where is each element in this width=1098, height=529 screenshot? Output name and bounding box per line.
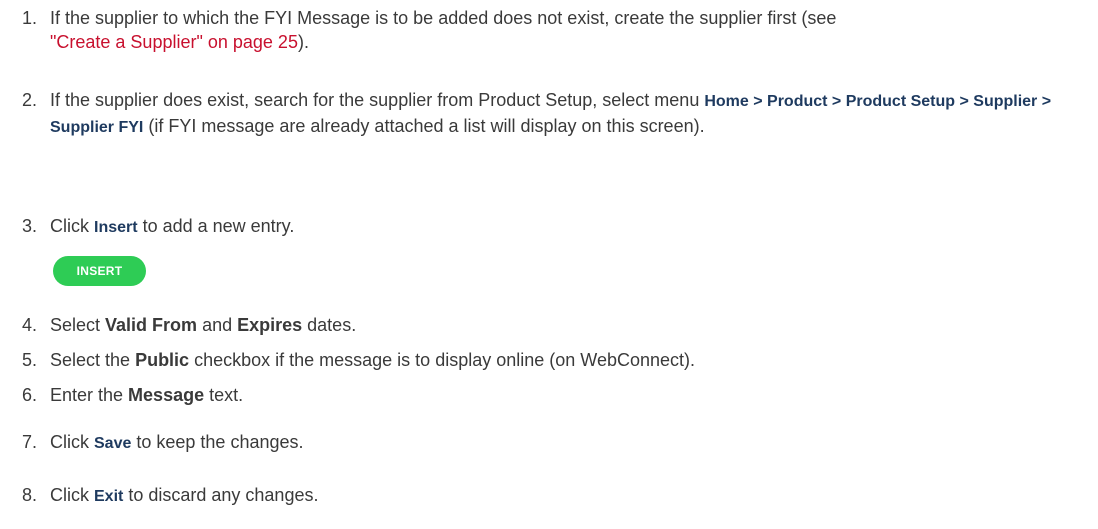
step-3-text-end: to add a new entry. [137,216,295,236]
step-text: If the supplier does exist, search for t… [50,88,1090,140]
message-term: Message [128,385,205,405]
step-5-text: Select the [50,350,136,370]
exit-term: Exit [94,488,124,505]
insert-term: Insert [94,219,138,236]
step-2-text: If the supplier does exist, search for t… [50,90,705,110]
expires-term: Expires [237,315,303,335]
step-text: Click Exit to discard any changes. [50,483,1090,509]
step-2-text-end: (if FYI message are already attached a l… [143,116,705,136]
step-text: Click Save to keep the changes. [50,430,1090,456]
step-number: 3. [22,216,38,236]
step-8-text-end: to discard any changes. [123,485,319,505]
insert-button[interactable]: INSERT [53,256,146,286]
step-number: 4. [22,315,38,335]
step-7-text: Click [50,432,94,452]
create-supplier-link[interactable]: "Create a Supplier" on page 25 [50,32,298,52]
step-3-text: Click [50,216,94,236]
step-text: If the supplier to which the FYI Message… [50,6,1090,54]
step-text: Select Valid From and Expires dates. [50,313,1090,337]
step-number: 8. [22,485,38,505]
step-text: Select the Public checkbox if the messag… [50,348,1090,372]
step-number: 6. [22,385,38,405]
step-6-text: Enter the [50,385,129,405]
step-text: Click Insert to add a new entry. [50,214,1090,240]
step-4-text: Select [50,315,106,335]
public-term: Public [135,350,190,370]
save-term: Save [94,435,132,452]
step-number: 1. [22,8,38,28]
step-4-text-mid: and [197,315,238,335]
step-number: 7. [22,432,38,452]
step-6-text-end: text. [204,385,244,405]
step-1-text-end: ). [297,32,309,52]
step-7-text-end: to keep the changes. [131,432,304,452]
step-5-text-end: checkbox if the message is to display on… [189,350,696,370]
step-number: 2. [22,90,38,110]
step-4-text-end: dates. [302,315,357,335]
step-number: 5. [22,350,38,370]
step-text: Enter the Message text. [50,383,1090,407]
step-1-text: If the supplier to which the FYI Message… [50,8,837,28]
valid-from-term: Valid From [105,315,198,335]
step-8-text: Click [50,485,94,505]
